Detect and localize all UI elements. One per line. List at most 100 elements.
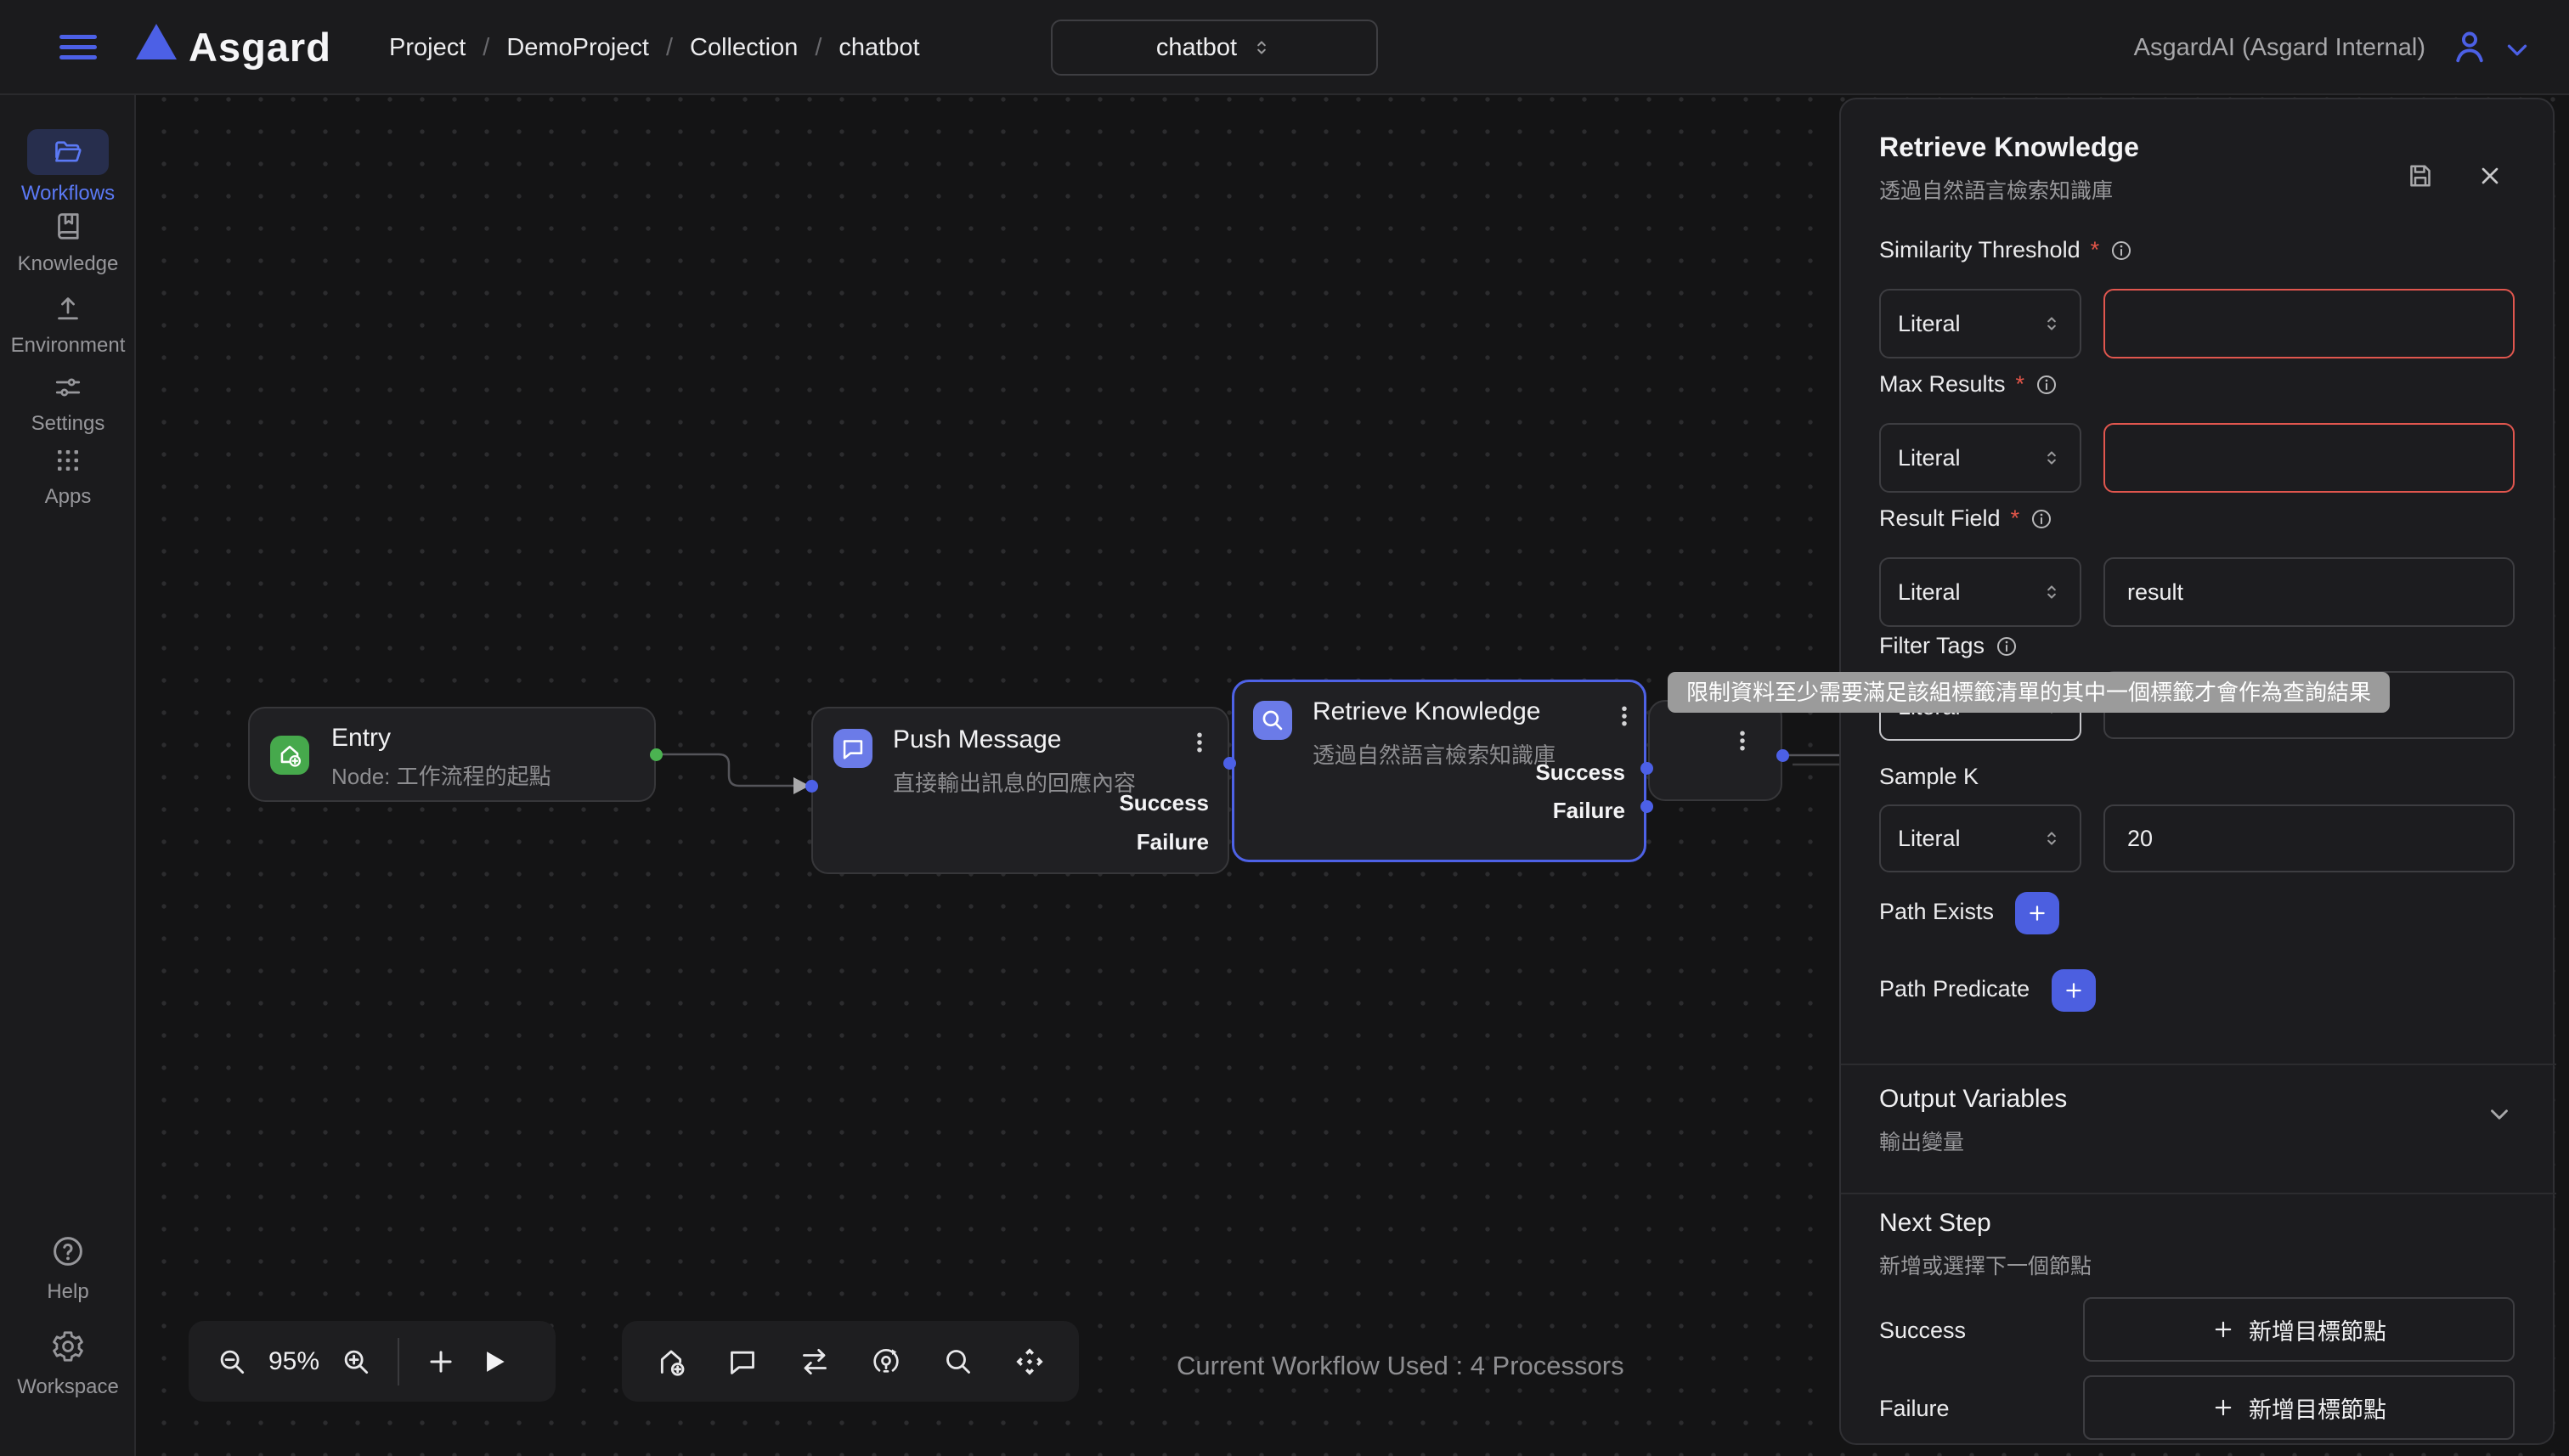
breadcrumb-project[interactable]: Project — [389, 34, 466, 62]
workflow-usage-status: Current Workflow Used : 4 Processors — [1177, 1351, 1624, 1381]
result-field-input[interactable] — [2103, 557, 2515, 627]
port-dot-entry-out[interactable] — [650, 748, 663, 761]
account-name: AsgardAI (Asgard Internal) — [2134, 0, 2425, 95]
mode-select-similarity-threshold[interactable]: Literal — [1879, 289, 2081, 358]
next-step-subtitle: 新增或選擇下一個節點 — [1879, 1250, 2092, 1280]
user-avatar-icon[interactable] — [2450, 27, 2489, 71]
info-icon — [2035, 373, 2058, 397]
sidebar-item-environment[interactable]: Environment — [0, 292, 136, 358]
add-node-button[interactable] — [425, 1346, 457, 1378]
port-dot-retrieve-failure[interactable] — [1640, 800, 1653, 813]
port-dot-retrieve-success[interactable] — [1640, 762, 1653, 775]
move-tool-icon[interactable] — [1013, 1345, 1047, 1379]
top-navbar: Asgard Project / DemoProject / Collectio… — [0, 0, 2569, 95]
node-partially-hidden[interactable] — [1648, 700, 1782, 801]
chevron-updown-icon — [2041, 313, 2063, 335]
output-variables-title: Output Variables — [1879, 1085, 2067, 1114]
sidebar-item-workspace[interactable]: Workspace — [0, 1329, 136, 1399]
chevron-updown-icon — [1251, 37, 1273, 59]
folder-open-icon — [53, 137, 83, 167]
panel-title: Retrieve Knowledge — [1879, 132, 2139, 163]
chat-bubble-icon — [833, 729, 872, 768]
chevron-down-icon[interactable] — [2485, 1100, 2514, 1133]
add-success-target-button[interactable]: 新增目標節點 — [2083, 1297, 2515, 1362]
save-icon[interactable] — [2405, 161, 2436, 195]
port-dot-hidden-node-out[interactable] — [1776, 749, 1789, 762]
gear-icon — [50, 1329, 86, 1369]
search-tool-icon[interactable] — [941, 1345, 975, 1379]
zoom-out-button[interactable] — [216, 1346, 248, 1378]
node-title: Entry — [331, 724, 391, 753]
node-menu-kebab-icon[interactable] — [1728, 722, 1757, 759]
sample-k-input[interactable] — [2103, 804, 2515, 872]
sidebar-item-settings[interactable]: Settings — [0, 372, 136, 436]
node-title: Push Message — [893, 725, 1061, 754]
sidebar-item-apps[interactable]: Apps — [0, 445, 136, 509]
add-path-exists-button[interactable] — [2015, 892, 2059, 934]
max-results-input[interactable] — [2103, 423, 2515, 493]
node-subtitle: 透過自然語言檢索知識庫 — [1313, 738, 1556, 770]
ai-lightbulb-cycle-tool-icon[interactable] — [869, 1345, 903, 1379]
node-title: Retrieve Knowledge — [1313, 697, 1541, 726]
next-step-success-label: Success — [1879, 1318, 1966, 1344]
output-variables-subtitle: 輸出變量 — [1879, 1126, 1964, 1156]
plus-icon — [2026, 902, 2048, 924]
similarity-threshold-input[interactable] — [2103, 289, 2515, 358]
port-failure-label: Failure — [1137, 829, 1209, 855]
path-predicate-label: Path Predicate — [1879, 976, 2030, 1002]
toolbar-divider — [398, 1338, 399, 1385]
swap-arrows-tool-icon[interactable] — [798, 1345, 832, 1379]
sidebar-item-help[interactable]: Help — [0, 1233, 136, 1304]
node-subtitle: 直接輸出訊息的回應內容 — [893, 766, 1136, 798]
chevron-updown-icon — [2041, 827, 2063, 849]
port-dot-push-out[interactable] — [1223, 757, 1236, 770]
node-push-message[interactable]: Push Message 直接輸出訊息的回應內容 Success Failure — [811, 707, 1229, 874]
entry-node-tool-icon[interactable] — [654, 1345, 688, 1379]
run-workflow-button[interactable] — [477, 1346, 510, 1378]
plus-icon — [2063, 979, 2085, 1002]
field-label-sample-k: Sample K — [1879, 764, 1979, 790]
left-sidebar: Workflows Knowledge Environment Settings — [0, 95, 136, 1456]
port-success-label: Success — [1535, 759, 1625, 786]
grid-dots-icon — [53, 445, 83, 480]
mode-select-result-field[interactable]: Literal — [1879, 557, 2081, 627]
hamburger-menu-icon[interactable] — [59, 35, 97, 60]
zoom-toolbar: 95% — [189, 1321, 556, 1402]
info-icon — [2109, 239, 2133, 262]
breadcrumb-demoproject[interactable]: DemoProject — [506, 34, 649, 62]
port-success-label: Success — [1119, 790, 1209, 816]
brand-name: Asgard — [189, 0, 331, 95]
zoom-in-button[interactable] — [340, 1346, 372, 1378]
workflow-selector-dropdown[interactable]: chatbot — [1051, 20, 1378, 76]
sliders-icon — [53, 372, 83, 407]
panel-divider — [1841, 1064, 2556, 1065]
filter-tags-tooltip: 限制資料至少需要滿足該組標籤清單的其中一個標籤才會作為查詢結果 — [1668, 672, 2390, 713]
close-icon[interactable] — [2476, 162, 2504, 194]
account-chevron-down-icon[interactable] — [2501, 34, 2533, 71]
mode-select-sample-k[interactable]: Literal — [1879, 804, 2081, 872]
breadcrumb: Project / DemoProject / Collection / cha… — [389, 0, 920, 95]
breadcrumb-collection[interactable]: Collection — [690, 34, 798, 62]
node-entry[interactable]: Entry Node: 工作流程的起點 — [248, 707, 656, 802]
node-menu-kebab-icon[interactable] — [1610, 697, 1639, 735]
node-menu-kebab-icon[interactable] — [1185, 724, 1214, 761]
field-label-result-field: Result Field* — [1879, 505, 2053, 532]
field-label-filter-tags: Filter Tags — [1879, 633, 2019, 659]
next-step-failure-label: Failure — [1879, 1396, 1950, 1422]
add-failure-target-button[interactable]: 新增目標節點 — [2083, 1375, 2515, 1440]
breadcrumb-chatbot[interactable]: chatbot — [838, 34, 919, 62]
node-palette-toolbar — [622, 1321, 1079, 1402]
node-retrieve-knowledge[interactable]: Retrieve Knowledge 透過自然語言檢索知識庫 Success F… — [1232, 680, 1646, 862]
panel-subtitle: 透過自然語言檢索知識庫 — [1879, 174, 2113, 205]
plus-icon — [2211, 1318, 2235, 1341]
add-path-predicate-button[interactable] — [2052, 969, 2096, 1012]
push-message-tool-icon[interactable] — [726, 1345, 759, 1379]
plus-icon — [2211, 1396, 2235, 1419]
info-icon — [2030, 507, 2053, 531]
path-exists-label: Path Exists — [1879, 899, 1994, 925]
mode-select-max-results[interactable]: Literal — [1879, 423, 2081, 493]
help-circle-icon — [50, 1233, 86, 1273]
port-dot-push-in[interactable] — [805, 780, 818, 793]
sidebar-item-knowledge[interactable]: Knowledge — [0, 211, 136, 276]
chevron-updown-icon — [2041, 447, 2063, 469]
